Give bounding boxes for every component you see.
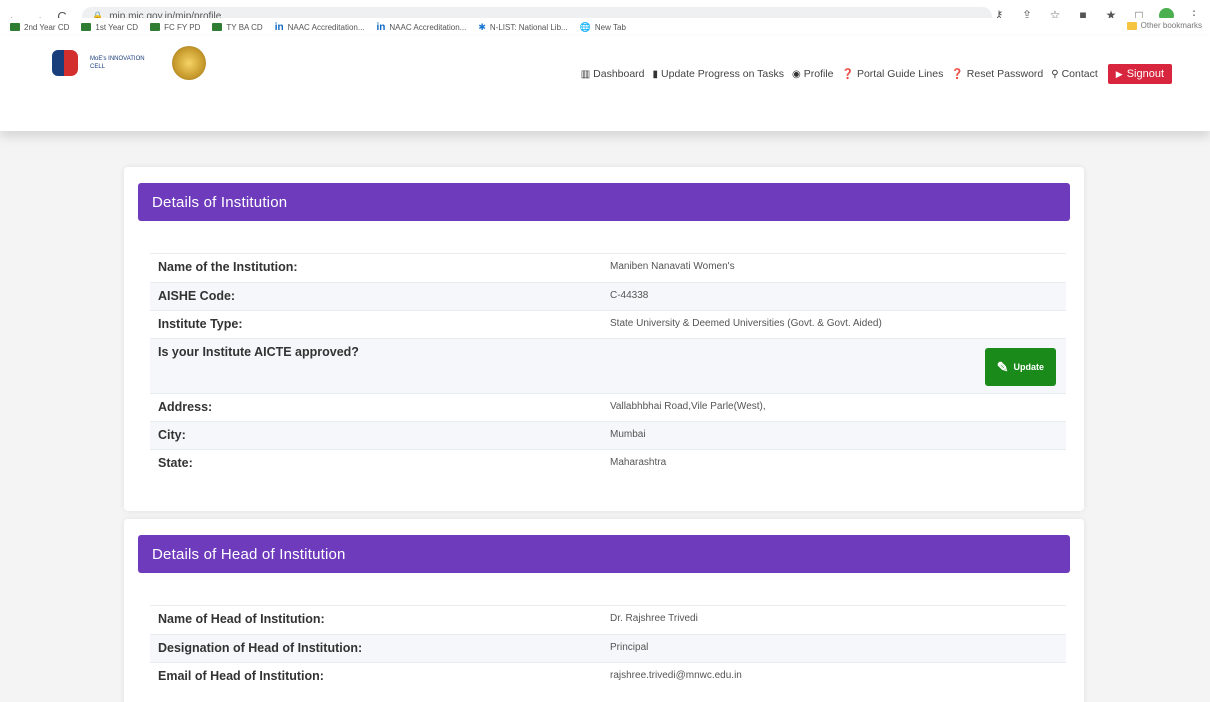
top-nav: ▥ Dashboard ▮ Update Progress on Tasks ◉ Pr…: [573, 64, 1172, 84]
bookmark-item[interactable]: in NAAC Accreditation...: [275, 22, 365, 33]
nav-portal-guidelines[interactable]: ❓ Portal Guide Lines: [842, 68, 944, 80]
bookmark-item[interactable]: 🌐 New Tab: [580, 22, 626, 33]
folder-icon: [1126, 21, 1137, 30]
table-row: Address: Vallabhbhai Road,Vile Parle(Wes…: [150, 393, 1066, 421]
row-value: C-44338: [610, 290, 649, 301]
bookmark-label: 1st Year CD: [95, 22, 139, 32]
bookmark-item[interactable]: in NAAC Accreditation...: [377, 22, 467, 33]
dashboard-icon: ▥: [580, 68, 591, 80]
globe-icon: 🌐: [579, 21, 591, 32]
map-marker-icon: ⚲: [1051, 68, 1059, 80]
row-label: Is your Institute AICTE approved?: [158, 345, 359, 359]
doc-icon: [212, 23, 223, 31]
nav-contact[interactable]: ⚲ Contact: [1051, 68, 1098, 80]
nav-label: Portal Guide Lines: [856, 68, 944, 80]
nav-label: Contact: [1061, 68, 1098, 80]
mic-logo-icon: [48, 46, 84, 80]
row-value: Principal: [610, 642, 649, 653]
row-label: State:: [158, 456, 193, 470]
table-row: Is your Institute AICTE approved? ✎ Upda…: [150, 338, 1066, 393]
bookmark-label: New Tab: [594, 22, 626, 32]
star-icon: ✱: [478, 21, 486, 32]
signout-icon: ▶: [1115, 68, 1123, 79]
bookmark-item[interactable]: 2nd Year CD: [10, 23, 69, 32]
bookmarks-bar: 2nd Year CD 1st Year CD FC FY PD TY BA C…: [0, 18, 1210, 36]
table-row: Institute Type: State University & Deeme…: [150, 310, 1066, 338]
table-row: State: Maharashtra: [150, 449, 1066, 477]
row-value: State University & Deemed Universities (…: [610, 318, 882, 329]
signout-label: Signout: [1126, 68, 1164, 80]
file-icon: ▮: [652, 68, 659, 80]
table-row: Email of Head of Institution: rajshree.t…: [150, 662, 1066, 690]
row-label: Designation of Head of Institution:: [158, 641, 363, 655]
row-label: Email of Head of Institution:: [158, 669, 324, 683]
logo[interactable]: MoE's INNOVATION CELL: [48, 46, 206, 80]
bookmark-item[interactable]: ✱ N-LIST: National Lib...: [478, 22, 567, 33]
nav-label: Dashboard: [593, 68, 645, 80]
bookmark-item[interactable]: TY BA CD: [212, 22, 263, 32]
signout-button[interactable]: ▶ Signout: [1107, 64, 1172, 84]
nav-label: Reset Password: [966, 68, 1044, 80]
nav-reset-password[interactable]: ❓ Reset Password: [951, 68, 1043, 80]
table-row: Name of Head of Institution: Dr. Rajshre…: [150, 605, 1066, 634]
row-label: Name of Head of Institution:: [158, 612, 325, 626]
linkedin-icon: in: [376, 21, 386, 33]
institution-table: Name of the Institution: Maniben Nanavat…: [150, 253, 1066, 477]
head-card: Details of Head of Institution Name of H…: [124, 519, 1084, 702]
update-button[interactable]: ✎ Update: [984, 348, 1056, 386]
emblem-icon: [172, 46, 206, 80]
bookmark-label: NAAC Accreditation...: [389, 22, 467, 32]
bookmark-label: FC FY PD: [164, 22, 201, 32]
pencil-icon: ✎: [996, 358, 1009, 375]
linkedin-icon: in: [274, 21, 284, 33]
row-label: Institute Type:: [158, 317, 243, 331]
doc-icon: [10, 23, 20, 31]
nav-update-progress[interactable]: ▮ Update Progress on Tasks: [653, 68, 784, 80]
row-label: Name of the Institution:: [158, 260, 298, 274]
bookmark-label: TY BA CD: [226, 22, 263, 32]
bookmark-item[interactable]: 1st Year CD: [81, 23, 138, 32]
nav-label: Profile: [803, 68, 834, 80]
row-value: Maniben Nanavati Women's: [610, 261, 735, 272]
question-icon: ❓: [841, 68, 854, 80]
row-value: Dr. Rajshree Trivedi: [610, 613, 698, 624]
table-row: AISHE Code: C-44338: [150, 282, 1066, 310]
question-icon: ❓: [951, 68, 964, 80]
bookmark-label: NAAC Accreditation...: [287, 22, 365, 32]
table-row: City: Mumbai: [150, 421, 1066, 449]
institution-heading: Details of Institution: [138, 183, 1070, 221]
row-label: Address:: [158, 400, 213, 414]
table-row: Name of the Institution: Maniben Nanavat…: [150, 253, 1066, 282]
bookmark-item[interactable]: FC FY PD: [150, 23, 200, 32]
institution-card: Details of Institution Name of the Insti…: [124, 167, 1084, 511]
table-row: Designation of Head of Institution: Prin…: [150, 634, 1066, 662]
nav-label: Update Progress on Tasks: [661, 68, 784, 80]
other-bookmarks[interactable]: Other bookmarks: [1126, 21, 1202, 30]
nav-profile[interactable]: ◉ Profile: [792, 68, 834, 80]
row-value: Vallabhbhai Road,Vile Parle(West),: [610, 401, 766, 412]
row-value: Mumbai: [610, 429, 646, 440]
head-heading: Details of Head of Institution: [138, 535, 1070, 573]
row-value: rajshree.trivedi@mnwc.edu.in: [610, 670, 742, 681]
nav-dashboard[interactable]: ▥ Dashboard: [581, 68, 645, 80]
update-label: Update: [1013, 362, 1044, 372]
site-header: MoE's INNOVATION CELL ▥ Dashboard ▮ Update…: [0, 36, 1210, 131]
row-label: AISHE Code:: [158, 289, 236, 303]
doc-icon: [81, 23, 92, 31]
other-bookmarks-label: Other bookmarks: [1140, 21, 1202, 30]
bookmark-label: 2nd Year CD: [24, 22, 70, 32]
row-label: City:: [158, 428, 186, 442]
logo-text: MoE's INNOVATION CELL: [90, 56, 145, 70]
user-icon: ◉: [792, 68, 801, 80]
bookmark-label: N-LIST: National Lib...: [489, 22, 568, 32]
row-value: ✎ Update: [602, 339, 1066, 393]
row-value: Maharashtra: [610, 457, 667, 468]
doc-icon: [150, 23, 161, 31]
head-table: Name of Head of Institution: Dr. Rajshre…: [150, 605, 1066, 690]
